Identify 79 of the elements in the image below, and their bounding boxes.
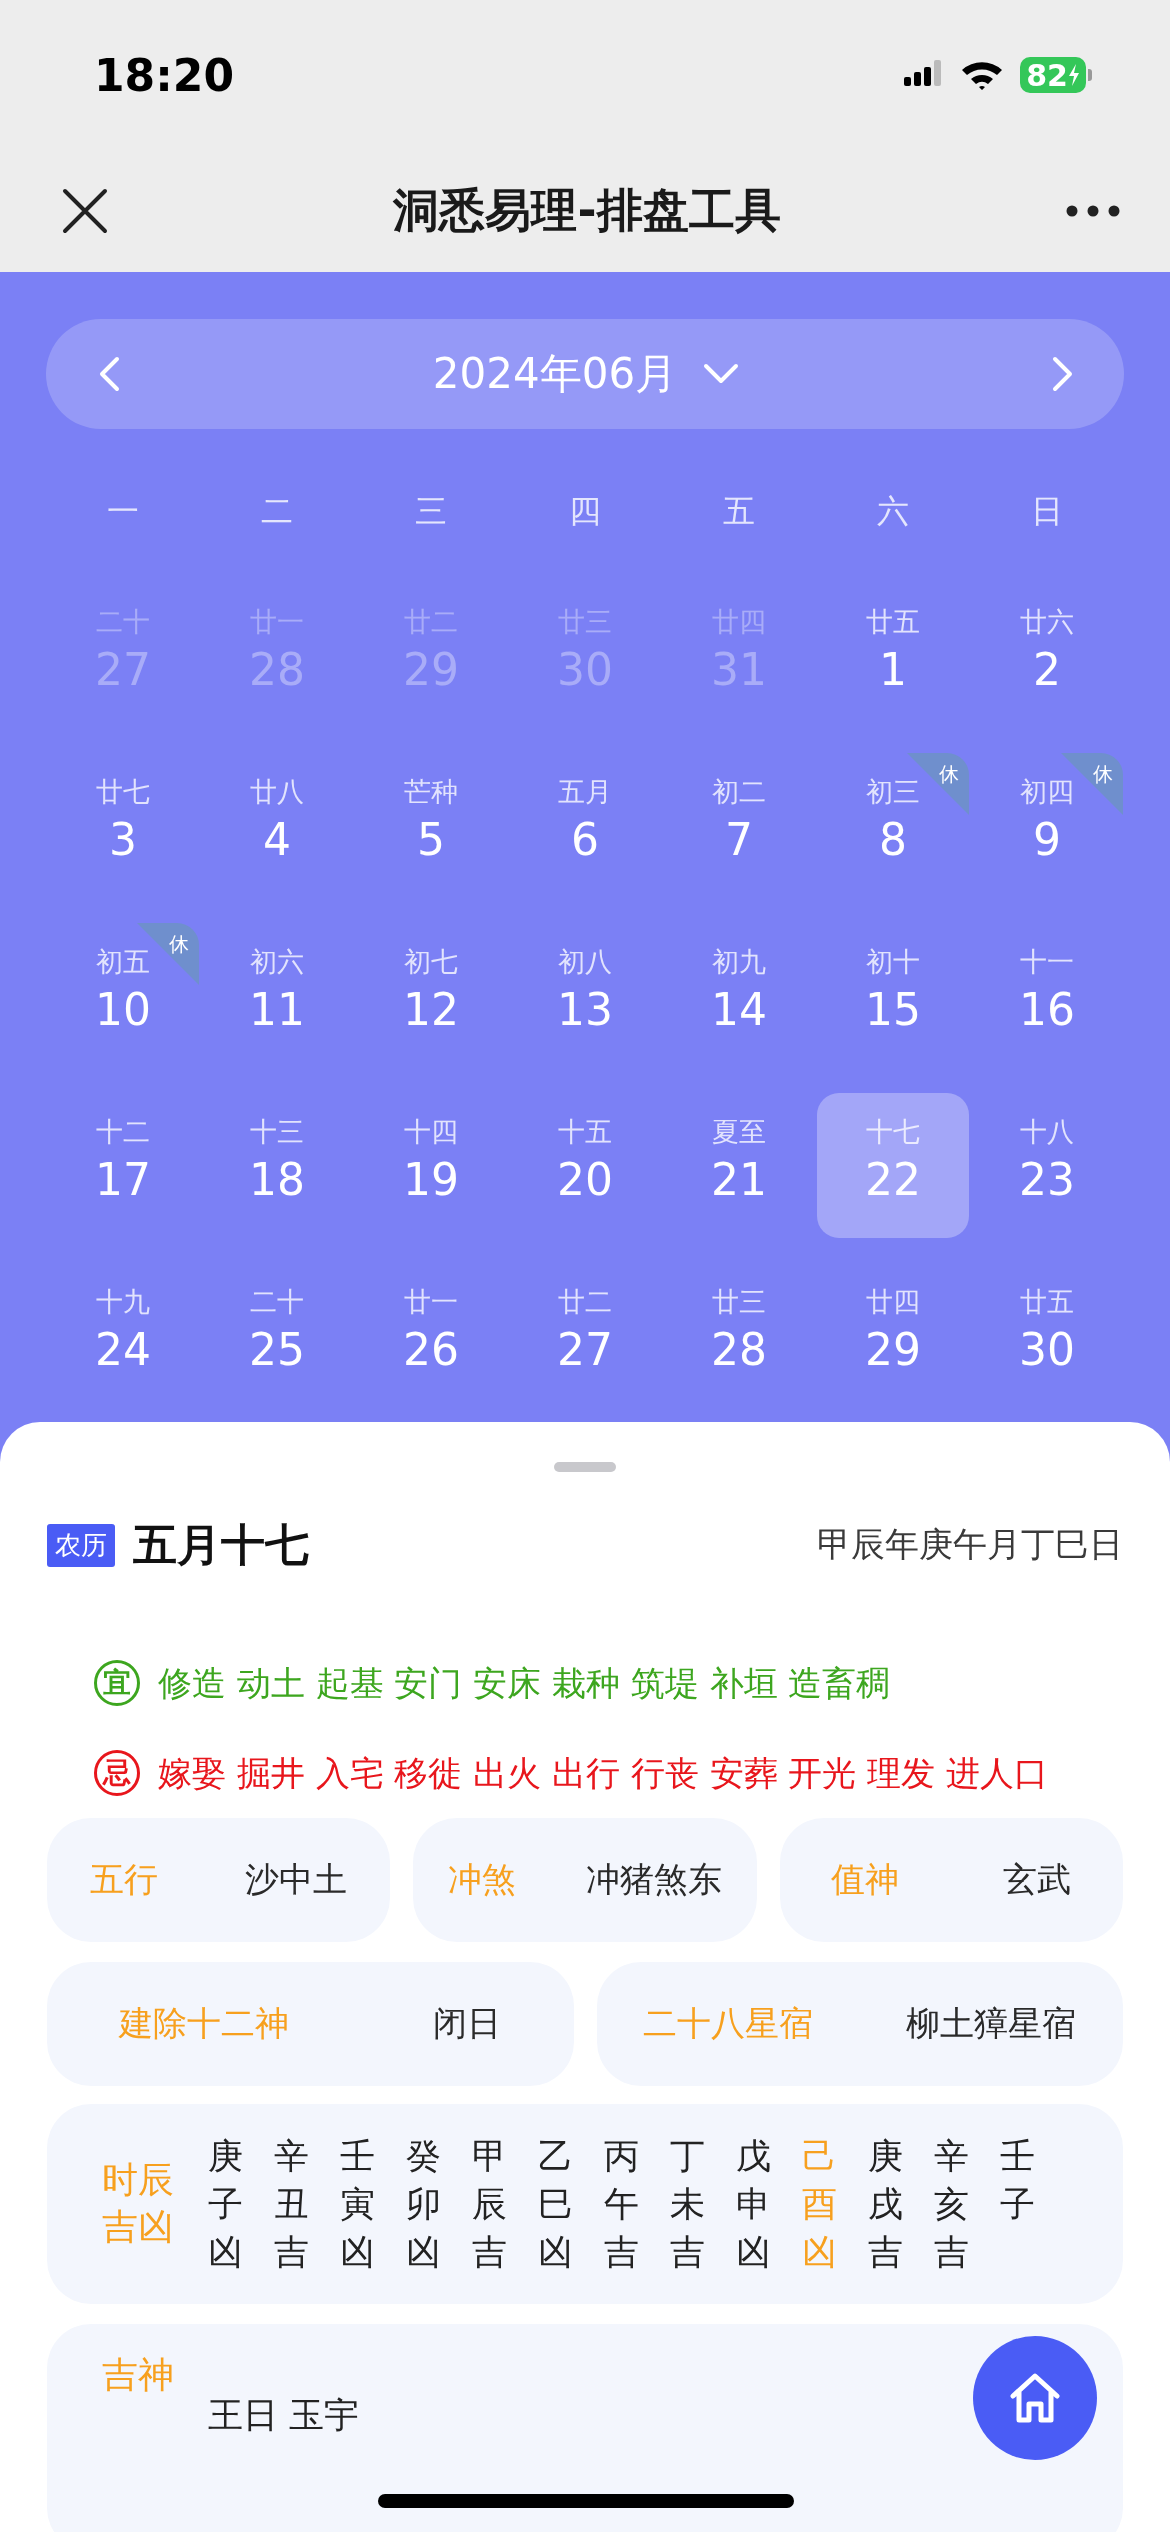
hour-column: 乙 巳 凶: [537, 2132, 574, 2276]
hour-column: 戊 申 凶: [735, 2132, 772, 2276]
day-cell[interactable]: 廿三 28: [663, 1263, 815, 1408]
weekday-label: 四: [569, 491, 601, 532]
hour-column: 壬 寅 凶: [339, 2132, 376, 2276]
hour-column: 己 酉 凶: [801, 2132, 838, 2276]
weekday-label: 六: [877, 491, 909, 532]
day-cell[interactable]: 十四 19: [355, 1093, 507, 1238]
home-icon: [1007, 2370, 1063, 2426]
day-cell[interactable]: 廿八 4: [201, 753, 353, 898]
info-label: 建除十二神: [119, 2002, 290, 2045]
gods-value: 王日 玉宇: [207, 2394, 359, 2437]
weekday-label: 五: [723, 491, 755, 532]
day-cell[interactable]: 十八 23: [971, 1093, 1123, 1238]
day-cell[interactable]: 十七 22: [817, 1093, 969, 1238]
weekday-label: 一: [107, 491, 139, 532]
gods-label: 吉神: [102, 2353, 175, 2397]
advice-text: 修造 动土 起基 安门 安床 栽种 筑堤 补垣 造畜稠: [158, 1662, 892, 1705]
hour-column: 丙 午 吉: [603, 2132, 640, 2276]
weekday-label: 日: [1031, 491, 1063, 532]
weekday-label: 二: [261, 491, 293, 532]
hour-column: 甲 辰 吉: [471, 2132, 508, 2276]
ganzhi-date: 甲辰年庚午月丁巳日: [817, 1523, 1123, 1566]
day-cell[interactable]: 十三 18: [201, 1093, 353, 1238]
day-cell[interactable]: 初十 15: [817, 923, 969, 1068]
day-cell[interactable]: 初二 7: [663, 753, 815, 898]
day-cell[interactable]: 廿四 29: [817, 1263, 969, 1408]
day-cell[interactable]: 五月 6: [509, 753, 661, 898]
more-icon[interactable]: [1066, 205, 1120, 217]
next-month-icon[interactable]: [1052, 356, 1074, 392]
day-cell[interactable]: 夏至 21: [663, 1093, 815, 1238]
hour-column: 辛 丑 吉: [273, 2132, 310, 2276]
info-label: 冲煞: [448, 1858, 517, 1901]
lunar-tag: 农历: [47, 1523, 115, 1567]
day-cell[interactable]: 初七 12: [355, 923, 507, 1068]
advice-mark: 宜: [94, 1660, 140, 1706]
day-cell[interactable]: 十一 16: [971, 923, 1123, 1068]
day-cell[interactable]: 初八 13: [509, 923, 661, 1068]
chevron-down-icon: [703, 363, 740, 385]
hour-column: 庚 戌 吉: [867, 2132, 904, 2276]
weekday-label: 三: [415, 491, 447, 532]
wifi-icon: [960, 59, 1005, 91]
day-cell[interactable]: 廿二 27: [509, 1263, 661, 1408]
close-icon[interactable]: [62, 188, 108, 234]
day-cell[interactable]: 十五 20: [509, 1093, 661, 1238]
day-cell[interactable]: 初六 11: [201, 923, 353, 1068]
day-cell[interactable]: 廿五 30: [971, 1263, 1123, 1408]
day-cell[interactable]: 十二 17: [47, 1093, 199, 1238]
hour-column: 丁 未 吉: [669, 2132, 706, 2276]
info-value: 柳土獐星宿: [906, 2002, 1077, 2045]
lunar-date: 五月十七: [133, 1517, 309, 1572]
page-title: 洞悉易理-排盘工具: [393, 182, 781, 239]
info-value: 闭日: [433, 2002, 502, 2045]
day-cell[interactable]: 十九 24: [47, 1263, 199, 1408]
advice-text: 嫁娶 掘井 入宅 移徙 出火 出行 行丧 安葬 开光 理发 进人口: [158, 1752, 1050, 1795]
day-cell[interactable]: 二十 25: [201, 1263, 353, 1408]
day-cell[interactable]: 廿六 2: [971, 583, 1123, 728]
day-cell[interactable]: 廿一 26: [355, 1263, 507, 1408]
status-time: 18:20: [94, 49, 235, 101]
day-cell[interactable]: 初四 9 休: [971, 753, 1123, 898]
hour-column: 辛 亥 吉: [933, 2132, 970, 2276]
previous-month-icon[interactable]: [98, 356, 120, 392]
info-value: 沙中土: [245, 1858, 347, 1901]
hour-column: 壬 子: [999, 2132, 1036, 2276]
info-value: 玄武: [1003, 1858, 1072, 1901]
day-cell[interactable]: 初九 14: [663, 923, 815, 1068]
info-label: 值神: [831, 1858, 900, 1901]
info-value: 冲猪煞东: [585, 1858, 722, 1901]
advice-mark: 忌: [94, 1750, 140, 1796]
day-cell[interactable]: 廿五 1: [817, 583, 969, 728]
drag-handle[interactable]: [554, 1462, 616, 1472]
hour-column: 庚 子 凶: [207, 2132, 244, 2276]
hour-column: 癸 卯 凶: [405, 2132, 442, 2276]
day-cell[interactable]: 廿七 3: [47, 753, 199, 898]
info-label: 五行: [90, 1858, 159, 1901]
month-dropdown[interactable]: 2024年06月: [432, 346, 740, 402]
info-label: 二十八星宿: [643, 2002, 814, 2045]
hours-label: 时辰吉凶: [102, 2158, 175, 2249]
day-cell[interactable]: 芒种 5: [355, 753, 507, 898]
